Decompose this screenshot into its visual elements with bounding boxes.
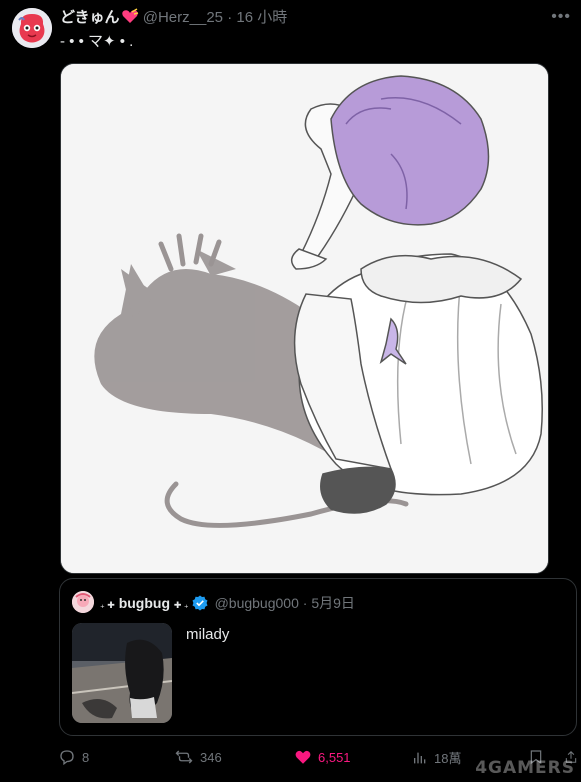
quoted-thumbnail[interactable] [72, 623, 172, 723]
name-decoration-suffix: ✚ ₊ [173, 600, 189, 610]
quoted-date[interactable]: 5月9日 [311, 595, 355, 611]
post-image[interactable] [60, 63, 549, 574]
post-header: どきゅん @Herz__25 · 16 小時 [60, 8, 287, 31]
reply-icon [58, 748, 76, 766]
quoted-separator: · [302, 595, 308, 611]
post: どきゅん @Herz__25 · 16 小時 ••• - • • マ✦ • . [0, 0, 581, 782]
quoted-avatar[interactable] [72, 591, 94, 613]
views-count: 18萬 [434, 751, 462, 766]
quoted-header: ₊ ✚ bugbug ✚ ₊ @bugbug000 · 5月9日 [100, 593, 355, 614]
views-button[interactable]: 18萬 [412, 748, 461, 767]
like-count: 6,551 [318, 749, 351, 765]
watermark: 4GAMERS [475, 758, 575, 778]
handle[interactable]: @Herz__25 [143, 9, 223, 26]
quoted-display-name[interactable]: bugbug [119, 595, 170, 611]
repost-button[interactable]: 346 [174, 748, 222, 766]
quoted-handle[interactable]: @bugbug000 [215, 595, 299, 611]
quoted-post[interactable]: ₊ ✚ bugbug ✚ ₊ @bugbug000 · 5月9日 milady [59, 578, 577, 736]
post-text: - • • マ✦ • . [60, 33, 134, 50]
timestamp[interactable]: 16 小時 [236, 9, 287, 26]
reply-count: 8 [82, 749, 90, 765]
repost-icon [174, 748, 194, 766]
reply-button[interactable]: 8 [58, 748, 89, 766]
separator: · [227, 9, 233, 26]
quoted-text: milady [186, 626, 230, 643]
more-options-icon[interactable]: ••• [551, 8, 571, 26]
heart-with-ribbon-icon [121, 8, 139, 31]
avatar[interactable] [12, 8, 52, 48]
like-button[interactable]: 6,551 [294, 748, 351, 766]
name-decoration-prefix: ₊ ✚ [100, 600, 115, 610]
heart-icon [294, 748, 312, 766]
views-icon [412, 749, 428, 767]
repost-count: 346 [200, 749, 222, 765]
verified-badge-icon [192, 595, 208, 614]
display-name[interactable]: どきゅん [60, 9, 120, 26]
